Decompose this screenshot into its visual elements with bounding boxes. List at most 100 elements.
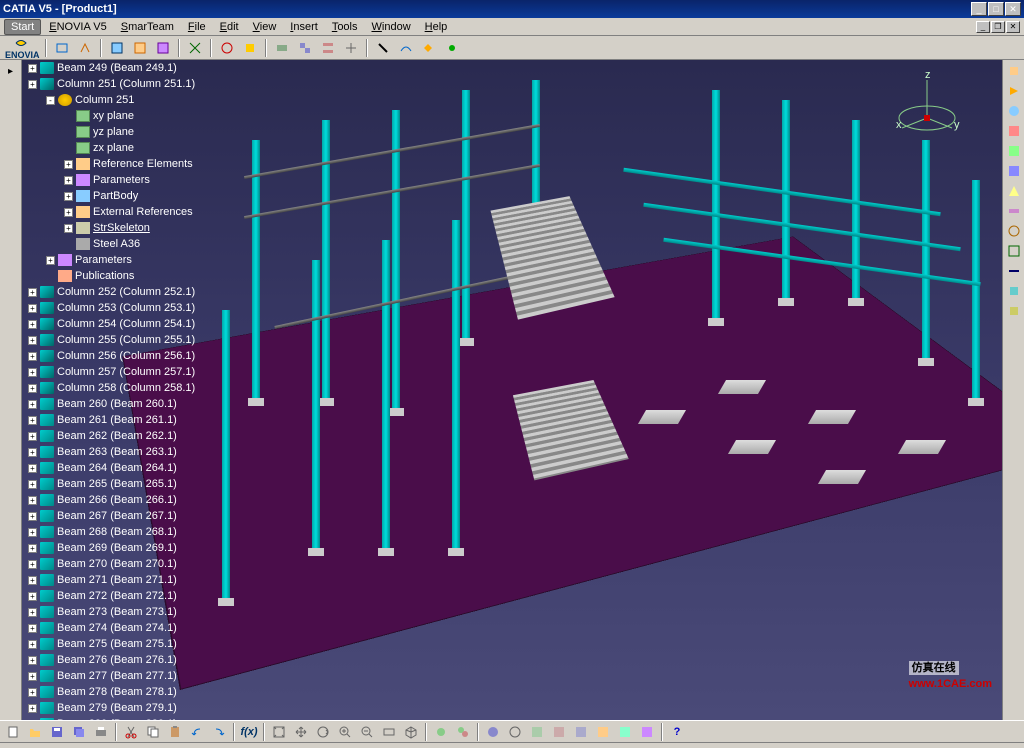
tree-node[interactable]: +Beam 275 (Beam 275.1) <box>28 636 228 652</box>
column-3d[interactable] <box>972 180 980 400</box>
toolbar-btn-3[interactable] <box>107 38 127 58</box>
tree-node[interactable]: +Beam 267 (Beam 267.1) <box>28 508 228 524</box>
bottom-zoom-out[interactable] <box>357 722 377 742</box>
tree-node[interactable]: +Column 258 (Column 258.1) <box>28 380 228 396</box>
bottom-more-1[interactable] <box>527 722 547 742</box>
tree-node[interactable]: +Beam 270 (Beam 270.1) <box>28 556 228 572</box>
expand-icon[interactable]: + <box>28 528 37 537</box>
expand-icon[interactable]: + <box>28 496 37 505</box>
footing-3d[interactable] <box>898 440 946 454</box>
tree-node[interactable]: +Column 255 (Column 255.1) <box>28 332 228 348</box>
bottom-iso[interactable] <box>401 722 421 742</box>
tree-node[interactable]: +Beam 279 (Beam 279.1) <box>28 700 228 716</box>
right-tool-6[interactable] <box>1005 162 1023 180</box>
menu-view[interactable]: View <box>247 20 283 34</box>
bottom-redo[interactable] <box>209 722 229 742</box>
tree-node[interactable]: +Column 257 (Column 257.1) <box>28 364 228 380</box>
bottom-new[interactable] <box>3 722 23 742</box>
expand-icon[interactable]: + <box>28 592 37 601</box>
bottom-saveall[interactable] <box>69 722 89 742</box>
column-3d[interactable] <box>922 140 930 360</box>
tree-child[interactable]: xy plane <box>28 108 228 124</box>
bottom-undo[interactable] <box>187 722 207 742</box>
column-3d[interactable] <box>462 90 470 340</box>
expand-icon[interactable]: + <box>64 160 73 169</box>
expand-icon[interactable]: + <box>28 416 37 425</box>
tree-child[interactable]: Steel A36 <box>28 236 228 252</box>
menu-smarteam[interactable]: SmarTeam <box>115 20 180 34</box>
expand-icon[interactable]: + <box>28 576 37 585</box>
expand-icon[interactable]: + <box>28 640 37 649</box>
right-tool-12[interactable] <box>1005 282 1023 300</box>
expand-icon[interactable]: + <box>28 672 37 681</box>
toolbar-btn-7[interactable] <box>217 38 237 58</box>
expand-icon[interactable]: + <box>28 400 37 409</box>
bottom-cut[interactable] <box>121 722 141 742</box>
tree-child[interactable]: +StrSkeleton <box>28 220 228 236</box>
footing-3d[interactable] <box>808 410 856 424</box>
menu-help[interactable]: Help <box>419 20 454 34</box>
tree-node[interactable]: +Beam 261 (Beam 261.1) <box>28 412 228 428</box>
expand-icon[interactable]: + <box>28 720 37 721</box>
expand-icon[interactable]: + <box>28 608 37 617</box>
column-3d[interactable] <box>392 110 400 410</box>
menu-window[interactable]: Window <box>366 20 417 34</box>
tree-node[interactable]: +Beam 277 (Beam 277.1) <box>28 668 228 684</box>
expand-icon[interactable]: + <box>64 224 73 233</box>
tree-node[interactable]: +Column 252 (Column 252.1) <box>28 284 228 300</box>
expand-icon[interactable]: + <box>28 480 37 489</box>
toolbar-btn-8[interactable] <box>240 38 260 58</box>
toolbar-btn-5[interactable] <box>153 38 173 58</box>
expand-icon[interactable]: + <box>28 320 37 329</box>
toolbar-btn-4[interactable] <box>130 38 150 58</box>
tree-child[interactable]: +PartBody <box>28 188 228 204</box>
expand-icon[interactable]: + <box>64 176 73 185</box>
right-tool-13[interactable] <box>1005 302 1023 320</box>
tree-node-expanded[interactable]: -Column 251 <box>28 92 228 108</box>
bottom-swap[interactable] <box>453 722 473 742</box>
tree-node[interactable]: +Beam 269 (Beam 269.1) <box>28 540 228 556</box>
start-menu[interactable]: Start <box>4 19 41 35</box>
tree-node[interactable]: +Beam 249 (Beam 249.1) <box>28 60 228 76</box>
menu-insert[interactable]: Insert <box>284 20 324 34</box>
right-tool-4[interactable] <box>1005 122 1023 140</box>
maximize-button[interactable]: □ <box>988 2 1004 16</box>
tree-node[interactable]: +Beam 263 (Beam 263.1) <box>28 444 228 460</box>
footing-3d[interactable] <box>718 380 766 394</box>
right-tool-3[interactable] <box>1005 102 1023 120</box>
tree-node[interactable]: +Beam 262 (Beam 262.1) <box>28 428 228 444</box>
viewport-3d[interactable]: +Beam 249 (Beam 249.1) +Column 251 (Colu… <box>22 60 1002 720</box>
expand-icon[interactable]: + <box>46 256 55 265</box>
minimize-button[interactable]: _ <box>971 2 987 16</box>
tree-node[interactable]: +Beam 274 (Beam 274.1) <box>28 620 228 636</box>
tree-node[interactable]: +Beam 265 (Beam 265.1) <box>28 476 228 492</box>
right-tool-arrow[interactable] <box>1005 82 1023 100</box>
right-tool-1[interactable] <box>1005 62 1023 80</box>
toolbar-btn-13[interactable] <box>373 38 393 58</box>
expand-icon[interactable]: + <box>28 384 37 393</box>
toolbar-btn-12[interactable] <box>341 38 361 58</box>
toolbar-btn-11[interactable] <box>318 38 338 58</box>
right-tool-7[interactable] <box>1005 182 1023 200</box>
tree-node[interactable]: +Beam 272 (Beam 272.1) <box>28 588 228 604</box>
tree-node[interactable]: +Column 256 (Column 256.1) <box>28 348 228 364</box>
expand-icon[interactable]: + <box>28 688 37 697</box>
bottom-formula[interactable]: f(x) <box>239 722 259 742</box>
toolbar-btn-15[interactable] <box>419 38 439 58</box>
bottom-paste[interactable] <box>165 722 185 742</box>
bottom-open[interactable] <box>25 722 45 742</box>
compass-3d[interactable]: z x y <box>892 70 962 140</box>
bottom-more-2[interactable] <box>549 722 569 742</box>
tree-node[interactable]: +Column 253 (Column 253.1) <box>28 300 228 316</box>
bottom-wireframe[interactable] <box>505 722 525 742</box>
bottom-hide[interactable] <box>431 722 451 742</box>
expand-icon[interactable]: + <box>28 464 37 473</box>
expand-icon[interactable]: + <box>28 368 37 377</box>
toolbar-btn-1[interactable] <box>52 38 72 58</box>
expand-icon[interactable]: + <box>64 208 73 217</box>
mdi-close[interactable]: ✕ <box>1006 21 1020 33</box>
column-3d[interactable] <box>712 90 720 320</box>
expand-icon[interactable]: + <box>28 512 37 521</box>
bottom-zoom-in[interactable] <box>335 722 355 742</box>
tree-node[interactable]: +Beam 276 (Beam 276.1) <box>28 652 228 668</box>
